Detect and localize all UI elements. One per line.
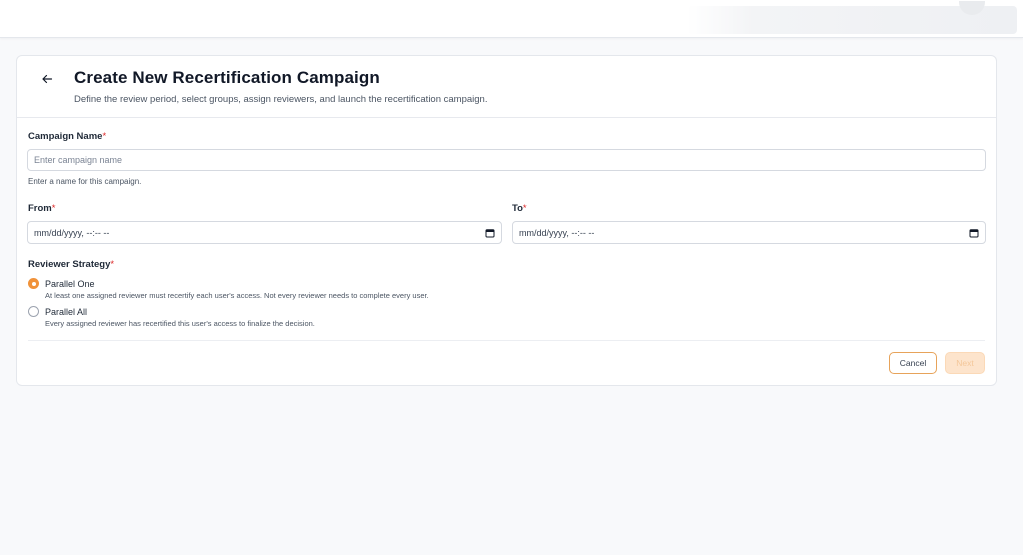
- calendar-icon[interactable]: [969, 228, 979, 238]
- required-mark: *: [522, 203, 527, 214]
- card-header: Create New Recertification Campaign Defi…: [17, 56, 996, 118]
- from-date-input[interactable]: mm/dd/yyyy, --:-- --: [27, 221, 502, 244]
- arrow-left-icon: [41, 73, 53, 85]
- required-mark: *: [51, 203, 56, 214]
- reviewer-strategy-label: Reviewer Strategy*: [28, 259, 114, 270]
- divider: [28, 340, 985, 341]
- required-mark: *: [102, 131, 107, 142]
- radio-parallel-one[interactable]: Parallel One: [28, 278, 95, 289]
- top-bar: [0, 0, 1023, 38]
- required-mark: *: [110, 259, 115, 270]
- from-label-text: From: [28, 203, 52, 214]
- campaign-name-label: Campaign Name*: [28, 131, 106, 142]
- campaign-form-card: Create New Recertification Campaign Defi…: [16, 55, 997, 386]
- campaign-name-label-text: Campaign Name: [28, 131, 103, 142]
- next-button[interactable]: Next: [945, 352, 985, 374]
- from-date-value: mm/dd/yyyy, --:-- --: [34, 227, 110, 238]
- from-label: From*: [28, 203, 55, 214]
- page-subtitle: Define the review period, select groups,…: [74, 94, 488, 105]
- to-label: To*: [512, 203, 527, 214]
- campaign-name-hint: Enter a name for this campaign.: [28, 177, 142, 186]
- radio-button-selected[interactable]: [28, 278, 39, 289]
- radio-parallel-all[interactable]: Parallel All: [28, 306, 87, 317]
- radio-description: At least one assigned reviewer must rece…: [45, 291, 429, 300]
- back-button[interactable]: [39, 71, 55, 87]
- cancel-button[interactable]: Cancel: [889, 352, 937, 374]
- reviewer-strategy-label-text: Reviewer Strategy: [28, 259, 111, 270]
- calendar-icon[interactable]: [485, 228, 495, 238]
- radio-button[interactable]: [28, 306, 39, 317]
- to-label-text: To: [512, 203, 523, 214]
- page-title: Create New Recertification Campaign: [74, 68, 380, 87]
- to-date-input[interactable]: mm/dd/yyyy, --:-- --: [512, 221, 986, 244]
- to-date-value: mm/dd/yyyy, --:-- --: [519, 227, 595, 238]
- radio-label: Parallel All: [45, 306, 88, 317]
- radio-dot: [31, 281, 36, 286]
- radio-label: Parallel One: [45, 278, 95, 289]
- campaign-name-input[interactable]: [27, 149, 986, 171]
- radio-description: Every assigned reviewer has recertified …: [45, 319, 315, 328]
